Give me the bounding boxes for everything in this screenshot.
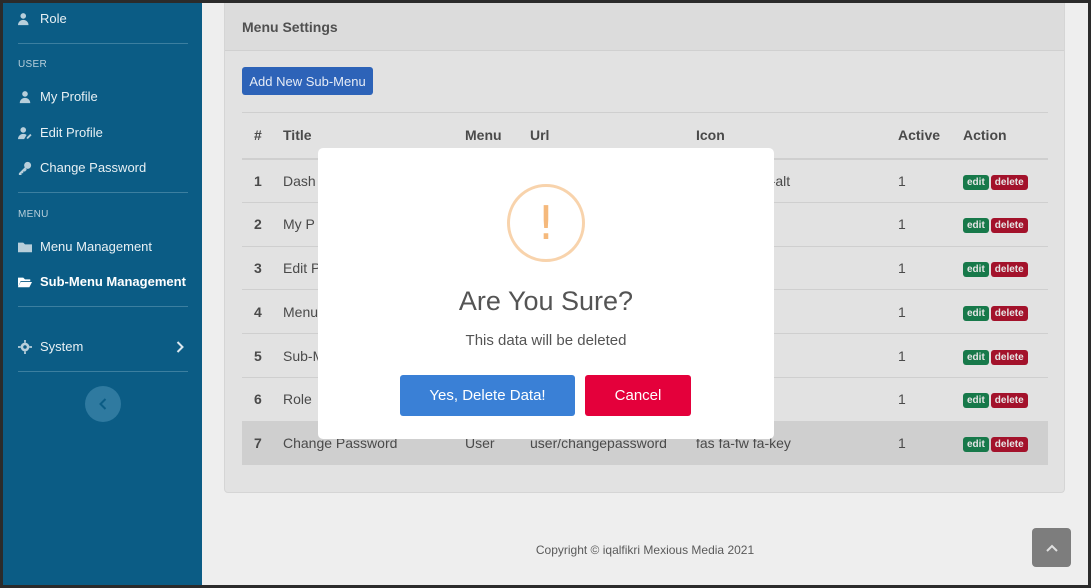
row-number: 2 xyxy=(242,201,271,247)
folder-icon xyxy=(18,242,32,252)
sidebar-divider xyxy=(18,192,188,193)
sidebar-item-label: Change Password xyxy=(40,160,147,175)
sidebar-item-edit-profile[interactable]: Edit Profile xyxy=(18,125,103,140)
delete-button[interactable]: delete xyxy=(990,393,1028,409)
folder-open-icon xyxy=(18,277,32,287)
chevron-left-icon xyxy=(99,398,107,410)
edit-button[interactable]: edit xyxy=(963,437,989,453)
row-number: 5 xyxy=(242,333,271,378)
key-icon xyxy=(18,161,32,175)
edit-button[interactable]: edit xyxy=(963,174,989,190)
sidebar-item-system[interactable]: System xyxy=(18,339,83,354)
sidebar-item-role[interactable]: Role xyxy=(18,11,67,26)
add-submenu-button[interactable]: Add New Sub-Menu xyxy=(242,67,373,95)
delete-button[interactable]: delete xyxy=(990,261,1028,277)
row-number: 4 xyxy=(242,289,271,334)
row-number: 1 xyxy=(242,158,271,203)
edit-button[interactable]: edit xyxy=(963,393,989,409)
sidebar-item-label: Sub-Menu Management xyxy=(40,274,186,289)
confirm-delete-button[interactable]: Yes, Delete Data! xyxy=(400,375,575,416)
dialog-title: Are You Sure? xyxy=(458,286,634,316)
row-active: 1 xyxy=(886,201,951,247)
row-actions: edit delete xyxy=(951,289,1048,334)
cancel-button[interactable]: Cancel xyxy=(585,375,691,416)
chevron-right-icon[interactable] xyxy=(176,341,184,353)
column-header: Active xyxy=(886,112,951,160)
row-active: 1 xyxy=(886,420,951,466)
page-title: Menu Settings xyxy=(242,19,338,35)
edit-button[interactable]: edit xyxy=(963,261,989,277)
column-header: Action xyxy=(951,112,1048,160)
delete-button[interactable]: delete xyxy=(990,437,1028,453)
delete-button[interactable]: delete xyxy=(990,305,1028,321)
sidebar-item-my-profile[interactable]: My Profile xyxy=(18,89,98,104)
sidebar-item-menu-management[interactable]: Menu Management xyxy=(18,239,152,254)
row-active: 1 xyxy=(886,333,951,378)
row-actions: edit delete xyxy=(951,376,1048,422)
chevron-up-icon xyxy=(1045,544,1058,552)
sidebar-divider xyxy=(18,43,188,44)
sidebar-item-label: System xyxy=(40,339,84,354)
user-tie-icon xyxy=(19,90,31,103)
sidebar-item-label: Menu Management xyxy=(40,239,153,254)
sidebar-item-label: My Profile xyxy=(40,89,98,104)
row-actions: edit delete xyxy=(951,245,1048,290)
row-actions: edit delete xyxy=(951,201,1048,247)
row-number: 7 xyxy=(242,420,271,466)
confirm-delete-dialog: ! Are You Sure? This data will be delete… xyxy=(318,148,774,439)
delete-button[interactable]: delete xyxy=(990,218,1028,234)
sidebar: Role USER My Profile Edit Profile Change… xyxy=(3,3,202,585)
row-actions: edit delete xyxy=(951,333,1048,378)
row-actions: edit delete xyxy=(951,158,1048,203)
sidebar-heading-user: USER xyxy=(18,59,47,70)
gear-icon xyxy=(18,339,32,354)
edit-button[interactable]: edit xyxy=(963,218,989,234)
sidebar-toggle-button[interactable] xyxy=(85,386,121,422)
user-cog-icon xyxy=(18,12,29,25)
sidebar-divider xyxy=(18,306,188,307)
row-active: 1 xyxy=(886,158,951,203)
row-actions: edit delete xyxy=(951,420,1048,466)
row-active: 1 xyxy=(886,376,951,422)
warning-icon: ! xyxy=(507,184,585,262)
dialog-message: This data will be deleted xyxy=(465,332,627,349)
sidebar-heading-menu: MENU xyxy=(18,209,49,220)
sidebar-item-label: Edit Profile xyxy=(40,125,103,140)
card-header: Menu Settings xyxy=(225,3,1064,51)
footer-copyright: Copyright © iqalfikri Mexious Media 2021 xyxy=(535,543,755,557)
sidebar-divider xyxy=(18,371,188,372)
edit-button[interactable]: edit xyxy=(963,305,989,321)
row-number: 6 xyxy=(242,376,271,422)
delete-button[interactable]: delete xyxy=(990,174,1028,190)
row-active: 1 xyxy=(886,245,951,290)
row-active: 1 xyxy=(886,289,951,334)
sidebar-item-submenu-management[interactable]: Sub-Menu Management xyxy=(18,274,186,289)
sidebar-item-change-password[interactable]: Change Password xyxy=(18,160,146,175)
warning-glyph: ! xyxy=(536,196,556,250)
delete-button[interactable]: delete xyxy=(990,349,1028,365)
sidebar-item-label: Role xyxy=(40,11,67,26)
row-number: 3 xyxy=(242,245,271,290)
edit-button[interactable]: edit xyxy=(963,349,989,365)
scroll-to-top-button[interactable] xyxy=(1032,528,1071,567)
column-header: # xyxy=(242,112,271,160)
user-edit-icon xyxy=(18,126,32,139)
